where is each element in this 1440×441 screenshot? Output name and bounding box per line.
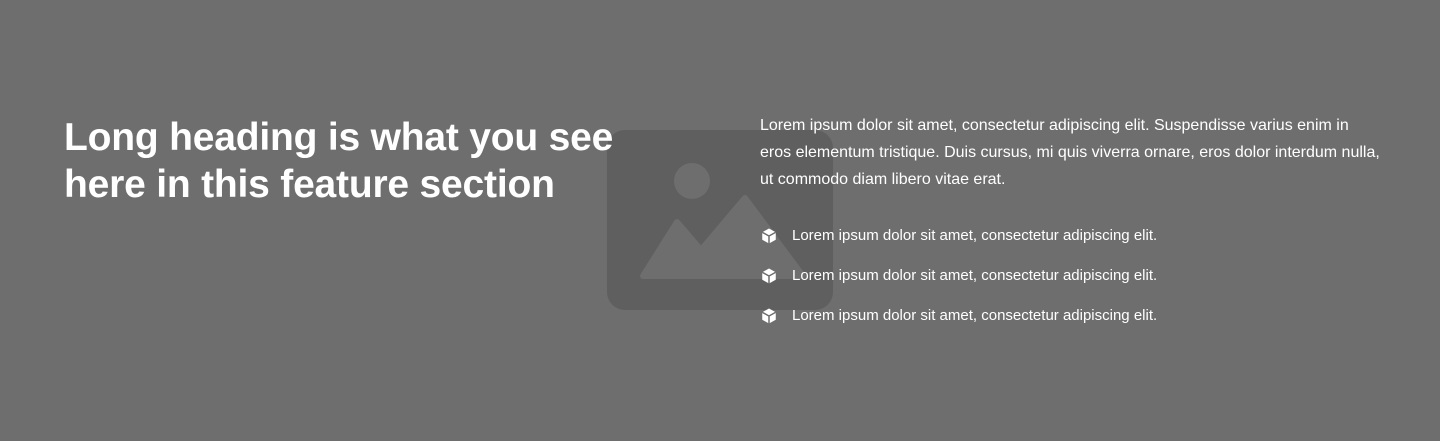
feature-content: Lorem ipsum dolor sit amet, consectetur …	[760, 112, 1380, 324]
feature-section: Long heading is what you see here in thi…	[0, 0, 1440, 441]
list-item: Lorem ipsum dolor sit amet, consectetur …	[760, 264, 1157, 288]
list-item-text: Lorem ipsum dolor sit amet, consectetur …	[792, 307, 1158, 324]
cube-icon	[760, 267, 778, 285]
list-item: Lorem ipsum dolor sit amet, consectetur …	[760, 304, 1157, 328]
list-item: Lorem ipsum dolor sit amet, consectetur …	[760, 224, 1157, 248]
list-item-text: Lorem ipsum dolor sit amet, consectetur …	[792, 227, 1158, 244]
feature-list: Lorem ipsum dolor sit amet, consectetur …	[760, 224, 1157, 344]
cube-icon	[760, 307, 778, 325]
list-item-text: Lorem ipsum dolor sit amet, consectetur …	[792, 267, 1158, 284]
cube-icon	[760, 227, 778, 245]
feature-heading: Long heading is what you see here in thi…	[64, 116, 614, 206]
feature-paragraph: Lorem ipsum dolor sit amet, consectetur …	[760, 117, 1380, 188]
